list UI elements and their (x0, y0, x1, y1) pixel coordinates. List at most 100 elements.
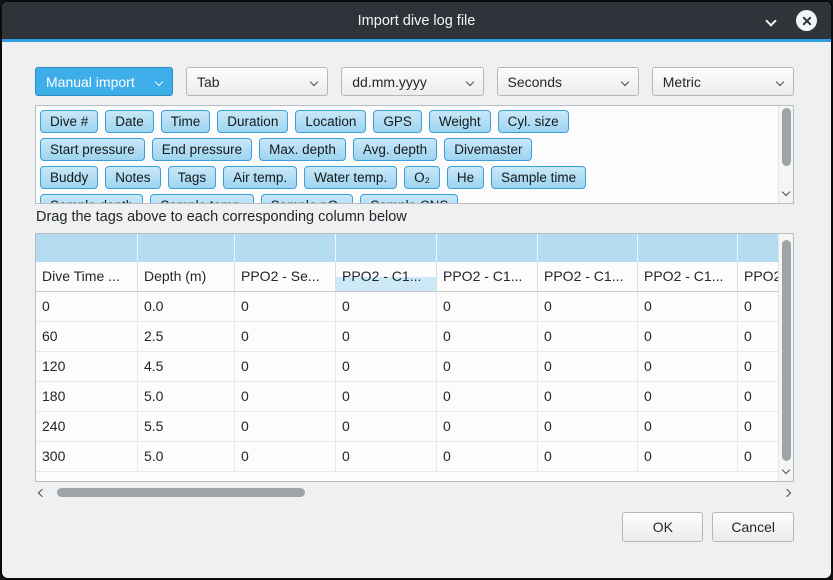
table-row: 2405.5000000 (36, 412, 778, 442)
column-header[interactable]: PPO2 (738, 262, 778, 291)
drop-target-cell[interactable] (336, 234, 437, 262)
chevron-down-icon (621, 77, 629, 85)
tag-pill[interactable]: Water temp. (304, 166, 397, 189)
tag-pill[interactable]: Location (295, 110, 366, 133)
column-header[interactable]: PPO2 - C1... (336, 262, 437, 291)
column-header[interactable]: PPO2 - C1... (437, 262, 538, 291)
scroll-down-arrow[interactable] (779, 467, 793, 479)
table-cell: 0 (437, 322, 538, 351)
table-cell: 0 (235, 322, 336, 351)
column-header[interactable]: PPO2 - C1... (538, 262, 638, 291)
chevron-down-icon (465, 77, 473, 85)
tag-pill[interactable]: Weight (429, 110, 491, 133)
table-horizontal-scrollbar[interactable] (35, 485, 794, 500)
tag-pill[interactable]: Start pressure (40, 138, 145, 161)
table-cell: 0 (638, 292, 738, 321)
drop-target-cell[interactable] (437, 234, 538, 262)
table-cell: 0 (235, 382, 336, 411)
tag-pill[interactable]: Sample time (491, 166, 586, 189)
tags-scrollbar[interactable] (778, 106, 793, 203)
scroll-down-arrow[interactable] (779, 189, 793, 201)
ok-button[interactable]: OK (622, 512, 703, 542)
table-cell: 0 (235, 292, 336, 321)
tag-pill[interactable]: GPS (373, 110, 422, 133)
table-cell: 4.5 (138, 352, 235, 381)
combobox-value: Seconds (508, 74, 562, 90)
tag-pill[interactable]: Cyl. size (498, 110, 569, 133)
cancel-button[interactable]: Cancel (712, 512, 794, 542)
scrollbar-thumb[interactable] (57, 488, 305, 497)
drop-target-cell[interactable] (138, 234, 235, 262)
combobox-time-format[interactable]: Seconds (497, 67, 639, 96)
table-row: 00.0000000 (36, 292, 778, 322)
table-cell: 0 (235, 442, 336, 471)
scroll-left-arrow[interactable] (35, 485, 49, 500)
table-cell: 0 (538, 412, 638, 441)
dialog-buttons: OK Cancel (622, 512, 794, 542)
table-cell: 0 (538, 322, 638, 351)
table-cell: 2.5 (138, 322, 235, 351)
combobox-import-mode[interactable]: Manual import (35, 67, 173, 96)
table-cell: 120 (36, 352, 138, 381)
chevron-down-icon (776, 77, 784, 85)
tag-pill[interactable]: Sample pO₂ (261, 194, 354, 204)
table-cell: 0 (738, 412, 778, 441)
table-cell: 0 (336, 352, 437, 381)
tag-pill[interactable]: Divemaster (444, 138, 532, 161)
tag-pill[interactable]: Sample temp. (150, 194, 253, 204)
scrollbar-thumb[interactable] (782, 108, 791, 166)
tag-rows: Dive # Date Time Duration Location GPS Weight C… (40, 110, 773, 204)
tag-pill[interactable]: Sample depth (40, 194, 143, 204)
table-cell: 0 (437, 352, 538, 381)
table-body: 00.0000000602.50000001204.50000001805.00… (36, 292, 778, 472)
drop-target-cell[interactable] (738, 234, 778, 262)
tag-pill[interactable]: Duration (217, 110, 288, 133)
scrollbar-thumb[interactable] (782, 240, 791, 461)
tag-pill[interactable]: He (447, 166, 484, 189)
close-icon[interactable] (796, 10, 817, 31)
table-cell: 0 (336, 382, 437, 411)
tag-pill[interactable]: Buddy (40, 166, 98, 189)
chevron-down-icon (782, 466, 790, 474)
tag-pill[interactable]: Time (161, 110, 211, 133)
table-cell: 0 (638, 412, 738, 441)
table-cell: 5.0 (138, 382, 235, 411)
combo-row: Manual import Tab dd.mm.yyyy Seconds Metric (35, 67, 794, 96)
column-header[interactable]: Depth (m) (138, 262, 235, 291)
chevron-down-icon (782, 188, 790, 196)
tag-pill[interactable]: End pressure (152, 138, 252, 161)
column-header[interactable]: PPO2 - C1... (638, 262, 738, 291)
drop-target-cell[interactable] (36, 234, 138, 262)
combobox-date-format[interactable]: dd.mm.yyyy (341, 67, 483, 96)
drop-target-cell[interactable] (235, 234, 336, 262)
scroll-right-arrow[interactable] (780, 485, 794, 500)
table-cell: 0 (538, 382, 638, 411)
tag-pill[interactable]: Max. depth (259, 138, 346, 161)
window-title: Import dive log file (358, 13, 476, 29)
shade-button[interactable] (762, 12, 780, 30)
combobox-field-separator[interactable]: Tab (186, 67, 328, 96)
tag-pill[interactable]: Dive # (40, 110, 98, 133)
column-header[interactable]: Dive Time ... (36, 262, 138, 291)
table-cell: 60 (36, 322, 138, 351)
table-cell: 0 (336, 292, 437, 321)
drop-target-cell[interactable] (538, 234, 638, 262)
tag-pill[interactable]: O₂ (404, 166, 440, 189)
drop-target-cell[interactable] (638, 234, 738, 262)
tag-pill[interactable]: Notes (105, 166, 160, 189)
table-cell: 0 (638, 322, 738, 351)
import-dialog: Import dive log file Manual import Tab dd.… (0, 0, 833, 580)
tag-pill[interactable]: Air temp. (223, 166, 297, 189)
table-cell: 0.0 (138, 292, 235, 321)
tag-pill[interactable]: Sample CNS (360, 194, 458, 204)
tag-pill[interactable]: Tags (168, 166, 217, 189)
column-header[interactable]: PPO2 - Se... (235, 262, 336, 291)
chevron-down-icon (155, 77, 163, 85)
table-cell: 0 (336, 442, 437, 471)
table-vertical-scrollbar[interactable] (778, 234, 793, 481)
chevron-down-icon (310, 77, 318, 85)
tag-pill[interactable]: Date (105, 110, 154, 133)
combobox-units[interactable]: Metric (652, 67, 794, 96)
drop-target-row (36, 234, 778, 262)
tag-pill[interactable]: Avg. depth (353, 138, 437, 161)
